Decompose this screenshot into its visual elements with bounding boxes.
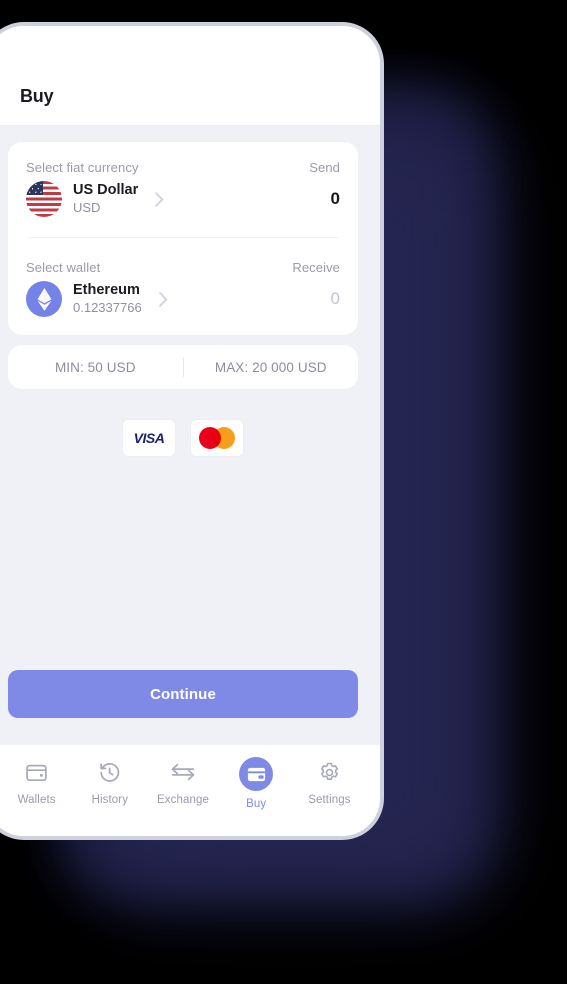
screen-body: Select fiat currency Send US Dollar USD <box>0 126 380 744</box>
tab-label-buy: Buy <box>246 798 267 810</box>
receive-amount[interactable]: 0 <box>331 289 340 309</box>
exchange-card: Select fiat currency Send US Dollar USD <box>8 142 358 335</box>
clock-icon <box>95 757 125 787</box>
tab-label-settings: Settings <box>308 794 351 806</box>
wallet-section: Select wallet Receive Ethereum 0.1233776… <box>26 260 340 317</box>
ethereum-icon <box>26 281 62 317</box>
wallet-names: Ethereum 0.12337766 <box>73 282 142 317</box>
tab-buy[interactable]: Buy <box>220 757 293 810</box>
visa-card-option[interactable]: VISA <box>122 419 176 457</box>
wallet-icon <box>22 757 52 787</box>
fiat-name: US Dollar <box>73 181 139 198</box>
app-header: Buy <box>0 26 380 126</box>
mastercard-option[interactable] <box>190 419 244 457</box>
tab-label-exchange: Exchange <box>157 794 209 806</box>
screenshot-stage: Buy Select fiat currency Send US Dollar … <box>0 0 567 984</box>
wallet-name: Ethereum <box>73 281 140 298</box>
us-flag-icon <box>26 181 62 217</box>
fiat-names: US Dollar USD <box>73 182 138 217</box>
fiat-select-label: Select fiat currency <box>26 160 139 175</box>
chevron-right-icon[interactable] <box>158 291 168 307</box>
tab-settings[interactable]: Settings <box>293 757 366 806</box>
wallet-row[interactable]: Ethereum 0.12337766 0 <box>26 281 340 317</box>
receive-label: Receive <box>292 260 340 275</box>
wallet-selector[interactable]: Ethereum 0.12337766 <box>26 281 168 317</box>
visa-icon: VISA <box>133 430 165 446</box>
tab-history[interactable]: History <box>73 757 146 806</box>
continue-button[interactable]: Continue <box>8 670 358 718</box>
min-limit: MIN: 50 USD <box>54 359 136 375</box>
card-divider <box>28 237 338 238</box>
chevron-right-icon[interactable] <box>155 191 164 207</box>
gear-icon <box>314 757 344 787</box>
wallet-labels: Select wallet Receive <box>26 260 340 275</box>
send-amount[interactable]: 0 <box>331 189 340 209</box>
tab-label-history: History <box>91 794 129 806</box>
payment-methods: VISA <box>8 419 358 457</box>
fiat-row[interactable]: US Dollar USD 0 <box>26 181 340 217</box>
send-label: Send <box>309 160 340 175</box>
tab-exchange[interactable]: Exchange <box>146 757 219 806</box>
fiat-section: Select fiat currency Send US Dollar USD <box>26 160 340 217</box>
phone-mockup: Buy Select fiat currency Send US Dollar … <box>0 22 384 840</box>
limits-bar: MIN: 50 USD MAX: 20 000 USD <box>8 345 358 389</box>
bottom-tab-bar: Wallets History Exchange Buy Settings <box>0 744 380 836</box>
wallet-select-label: Select wallet <box>26 260 101 275</box>
page-title: Buy <box>20 86 54 106</box>
mastercard-icon <box>199 427 235 449</box>
fiat-ticker: USD <box>73 200 101 216</box>
card-icon <box>239 757 274 791</box>
exchange-icon <box>168 757 198 787</box>
fiat-labels: Select fiat currency Send <box>26 160 340 175</box>
wallet-balance: 0.12337766 <box>73 300 142 316</box>
fiat-selector[interactable]: US Dollar USD <box>26 181 164 217</box>
max-limit: MAX: 20 000 USD <box>214 359 327 375</box>
tab-label-wallets: Wallets <box>17 794 56 806</box>
tab-wallets[interactable]: Wallets <box>0 757 73 806</box>
